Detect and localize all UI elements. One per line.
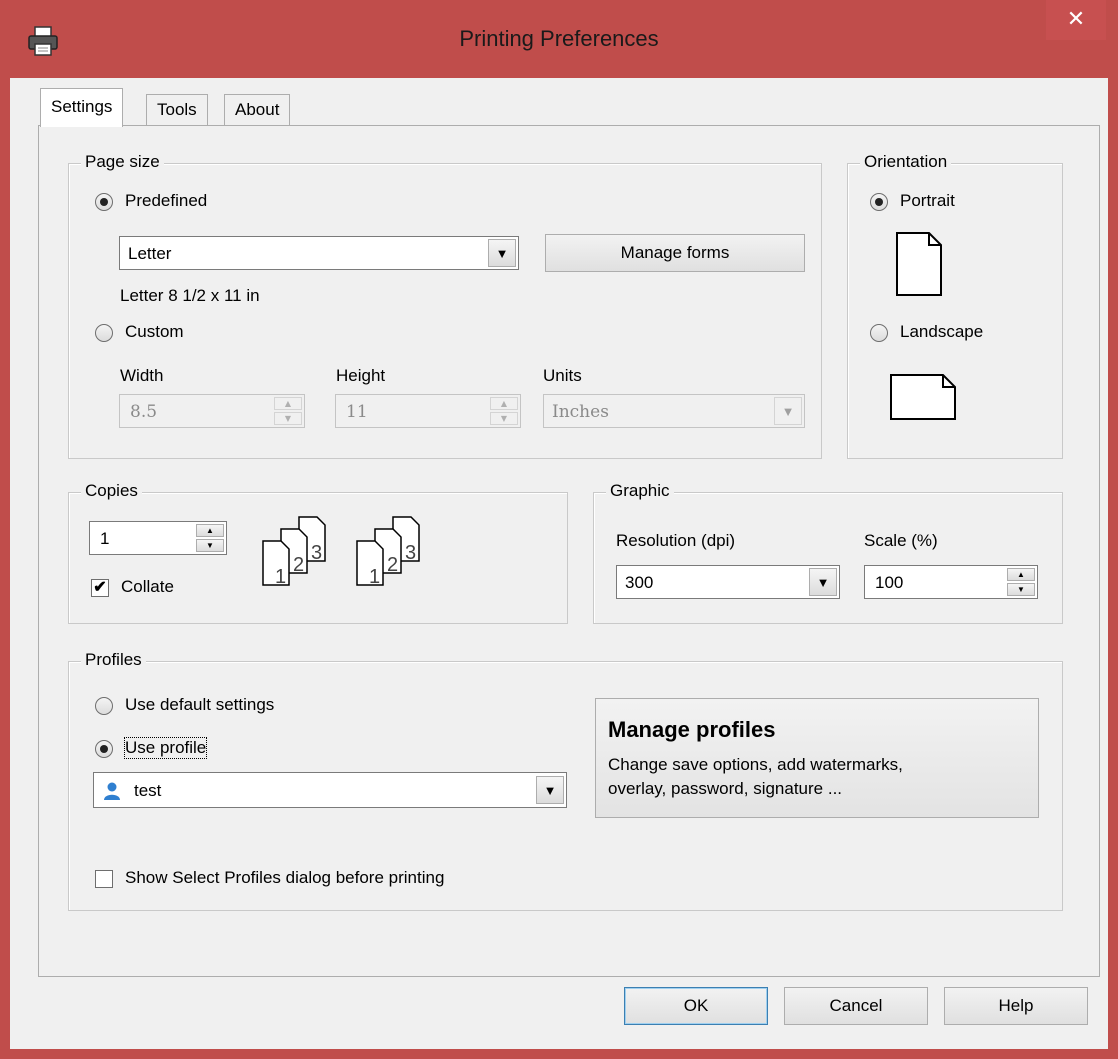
- page-size-group: Page size Predefined Letter ▼ Manage for…: [68, 152, 822, 459]
- tab-settings[interactable]: Settings: [40, 88, 124, 127]
- collate-label[interactable]: Collate: [121, 577, 174, 597]
- copies-down-icon[interactable]: ▼: [196, 539, 224, 552]
- profile-select[interactable]: test ▼: [93, 772, 567, 808]
- paper-form-value: Letter: [128, 244, 172, 263]
- tab-about[interactable]: About: [224, 94, 291, 125]
- predefined-label-text: Predefined: [125, 191, 208, 210]
- collate-page-number: 1: [275, 566, 286, 587]
- collate-pages-icon: 3 2 1 3 2 1: [262, 516, 420, 587]
- resolution-value: 300: [625, 573, 654, 592]
- dialog-client-area: Settings Tools About Page size Predefine…: [10, 78, 1108, 1049]
- ok-button[interactable]: OK: [624, 987, 768, 1025]
- collate-page-number: 2: [293, 554, 304, 576]
- window-title: Printing Preferences: [459, 26, 659, 51]
- portrait-label[interactable]: Portrait: [900, 191, 955, 211]
- printing-preferences-window: Printing Preferences ✕ Settings Tools Ab…: [0, 0, 1118, 1059]
- collate-page-number: 3: [405, 542, 416, 564]
- resolution-chevron-down-icon[interactable]: ▼: [809, 568, 837, 596]
- scale-stepper[interactable]: 100 ▲ ▼: [864, 565, 1038, 599]
- units-chevron-down-icon[interactable]: ▼: [774, 397, 802, 425]
- width-down-icon[interactable]: ▼: [274, 412, 302, 425]
- width-stepper-buttons: ▲ ▼: [274, 397, 302, 425]
- graphic-group-label: Graphic: [606, 481, 674, 501]
- user-icon: [104, 782, 120, 800]
- width-value: 8.5: [130, 402, 158, 422]
- copies-value: 1: [100, 529, 110, 548]
- title-bar[interactable]: Printing Preferences ✕: [0, 0, 1118, 78]
- profiles-group: Profiles Use default settings Use profil…: [68, 650, 1063, 911]
- height-stepper-buttons: ▲ ▼: [490, 397, 518, 425]
- predefined-label[interactable]: Predefined: [125, 191, 207, 211]
- width-stepper[interactable]: 8.5 ▲ ▼: [119, 394, 305, 428]
- height-label: Height: [336, 366, 386, 385]
- scale-label: Scale (%): [864, 531, 938, 550]
- manage-profiles-title: Manage profiles: [608, 717, 776, 742]
- height-down-icon[interactable]: ▼: [490, 412, 518, 425]
- chevron-down-icon[interactable]: ▼: [488, 239, 516, 267]
- collate-page-number: 3: [311, 542, 322, 564]
- resolution-label: Resolution (dpi): [616, 531, 736, 550]
- paper-form-select[interactable]: Letter ▼: [119, 236, 519, 270]
- use-profile-label[interactable]: Use profile: [123, 737, 208, 759]
- copies-group-label: Copies: [81, 481, 142, 501]
- units-value: Inches: [552, 402, 609, 422]
- copies-stepper[interactable]: 1 ▲ ▼: [89, 521, 227, 555]
- show-select-profiles-label[interactable]: Show Select Profiles dialog before print…: [125, 868, 444, 888]
- scale-down-icon[interactable]: ▼: [1007, 583, 1035, 596]
- tab-tools[interactable]: Tools: [146, 94, 208, 125]
- close-icon: ✕: [1066, 6, 1086, 31]
- width-label: Width: [120, 366, 164, 385]
- units-select[interactable]: Inches ▼: [543, 394, 805, 428]
- scale-up-icon[interactable]: ▲: [1007, 568, 1035, 581]
- manage-profiles-description-line1: Change save options, add watermarks,: [608, 755, 903, 774]
- use-default-label[interactable]: Use default settings: [125, 695, 274, 715]
- settings-tab-panel: Page size Predefined Letter ▼ Manage for…: [38, 125, 1100, 977]
- show-select-profiles-checkbox[interactable]: [95, 870, 113, 888]
- custom-radio[interactable]: [95, 324, 113, 342]
- portrait-page-icon: [896, 232, 942, 296]
- height-up-icon[interactable]: ▲: [490, 397, 518, 410]
- predefined-radio[interactable]: [95, 193, 113, 211]
- cancel-button[interactable]: Cancel: [784, 987, 928, 1025]
- page-size-group-label: Page size: [81, 152, 164, 172]
- profile-value: test: [134, 781, 162, 800]
- landscape-label[interactable]: Landscape: [900, 322, 983, 342]
- collate-checkbox[interactable]: ✔: [91, 579, 109, 597]
- height-value: 11: [346, 402, 368, 422]
- manage-profiles-button[interactable]: Manage profiles Change save options, add…: [595, 698, 1039, 818]
- collate-page-number: 2: [387, 554, 398, 576]
- profile-chevron-down-icon[interactable]: ▼: [536, 776, 564, 804]
- collate-page-number: 1: [369, 566, 380, 587]
- orientation-group: Orientation Portrait Landscape: [847, 152, 1063, 459]
- copies-stepper-buttons: ▲ ▼: [196, 524, 224, 552]
- copies-group: Copies 1 ▲ ▼ ✔ Collate 3 2 1 3 2 1: [68, 481, 568, 624]
- profiles-group-label: Profiles: [81, 650, 146, 670]
- scale-value: 100: [875, 573, 904, 592]
- units-label: Units: [543, 366, 582, 385]
- help-button[interactable]: Help: [944, 987, 1088, 1025]
- copies-up-icon[interactable]: ▲: [196, 524, 224, 537]
- custom-label[interactable]: Custom: [125, 322, 184, 342]
- use-profile-radio[interactable]: [95, 740, 113, 758]
- graphic-group: Graphic Resolution (dpi) Scale (%) 300 ▼…: [593, 481, 1063, 624]
- scale-stepper-buttons: ▲ ▼: [1007, 568, 1035, 596]
- orientation-group-label: Orientation: [860, 152, 952, 172]
- portrait-radio[interactable]: [870, 193, 888, 211]
- close-button[interactable]: ✕: [1046, 0, 1106, 40]
- use-default-radio[interactable]: [95, 697, 113, 715]
- height-stepper[interactable]: 11 ▲ ▼: [335, 394, 521, 428]
- manage-forms-button[interactable]: Manage forms: [545, 234, 805, 272]
- paper-size-description: Letter 8 1/2 x 11 in: [120, 286, 260, 305]
- landscape-page-icon: [890, 374, 956, 420]
- width-up-icon[interactable]: ▲: [274, 397, 302, 410]
- resolution-select[interactable]: 300 ▼: [616, 565, 840, 599]
- landscape-radio[interactable]: [870, 324, 888, 342]
- manage-profiles-description-line2: overlay, password, signature ...: [608, 779, 843, 798]
